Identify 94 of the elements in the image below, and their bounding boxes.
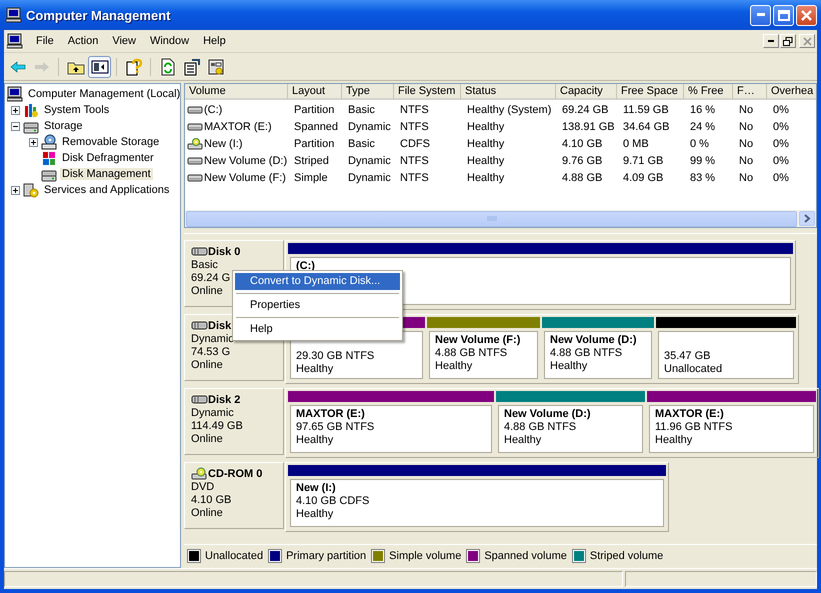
table-cell: 24 %: [690, 120, 716, 132]
legend-label: Unallocated: [205, 550, 264, 562]
volume-status: Healthy: [296, 434, 334, 447]
table-cell: NTFS: [400, 172, 429, 184]
table-cell: Healthy (System): [467, 104, 552, 116]
volume-size: 4.10 GB CDFS: [296, 495, 370, 508]
table-cell: 99 %: [690, 154, 716, 166]
table-cell: NTFS: [400, 154, 429, 166]
table-cell: 0%: [773, 104, 789, 116]
table-cell: Simple: [294, 172, 328, 184]
table-cell: 0 %: [690, 138, 709, 150]
disk-name: Disk: [208, 320, 232, 332]
disk-status: Online: [191, 433, 223, 446]
table-cell: Healthy: [467, 120, 504, 132]
disk-capacity: 114.49 GB: [191, 420, 243, 433]
volume-size: 4.88 GB NTFS: [504, 421, 578, 434]
legend-label: Primary partition: [286, 550, 366, 562]
table-cell: New Volume (F:): [204, 172, 286, 184]
table-cell: Striped: [294, 154, 329, 166]
table-cell: 0%: [773, 120, 789, 132]
table-cell: Healthy: [467, 138, 504, 150]
table-cell: 0 MB: [623, 138, 649, 150]
disk-status: Online: [191, 285, 223, 298]
volume-size: 4.88 GB NTFS: [435, 347, 508, 360]
table-cell: Healthy: [467, 172, 504, 184]
volume-status: Healthy: [296, 363, 334, 376]
window-title: Computer Management: [26, 8, 172, 22]
table-cell: 0%: [773, 154, 789, 166]
volume-size: 11.96 GB NTFS: [655, 421, 734, 434]
table-cell: 34.64 GB: [623, 120, 670, 132]
volume-name: New (I:): [296, 482, 337, 495]
table-cell: No: [739, 104, 754, 116]
volume-name: MAXTOR (E:): [655, 408, 725, 421]
table-cell: No: [739, 172, 754, 184]
volume-status: Healthy: [296, 508, 334, 521]
table-cell: 9.76 GB: [562, 154, 602, 166]
table-cell: 4.10 GB: [562, 138, 602, 150]
table-cell: Basic: [348, 138, 375, 150]
table-cell: No: [739, 120, 754, 132]
disk-name: Disk 0: [208, 246, 240, 258]
volume-status: Healthy: [504, 434, 542, 447]
legend-label: Spanned volume: [484, 550, 567, 562]
table-cell: 16 %: [690, 104, 716, 116]
legend-label: Striped volume: [590, 550, 664, 562]
volume-name: New Volume (D:): [504, 408, 592, 421]
disk-capacity: 4.10 GB: [191, 494, 232, 507]
volume-status: Healthy: [655, 434, 694, 447]
volume-size: 35.47 GB: [664, 350, 712, 363]
table-cell: Partition: [294, 104, 334, 116]
table-cell: 9.71 GB: [623, 154, 664, 166]
disk-type: Dynamic: [191, 333, 234, 346]
volume-name: MAXTOR (E:): [296, 408, 366, 421]
disk-status: Online: [191, 507, 223, 520]
volume-status: Healthy: [435, 360, 474, 373]
disk-capacity: 74.53 G: [191, 346, 230, 359]
table-cell: 11.59 GB: [623, 104, 669, 116]
table-cell: 0%: [773, 138, 789, 150]
table-cell: 0%: [773, 172, 789, 184]
table-cell: No: [739, 138, 754, 150]
table-cell: Dynamic: [348, 172, 391, 184]
table-cell: Dynamic: [348, 154, 391, 166]
disk-type: Dynamic: [191, 407, 234, 420]
disk-name: Disk 2: [208, 394, 240, 406]
table-cell: NTFS: [400, 104, 429, 116]
table-cell: Healthy: [467, 154, 504, 166]
table-cell: Basic: [348, 104, 375, 116]
table-cell: 138.91 GB: [562, 120, 615, 132]
table-cell: Spanned: [294, 120, 338, 132]
disk-name: CD-ROM 0: [208, 468, 262, 480]
volume-name: New Volume (F:): [435, 334, 522, 347]
volume-status: Healthy: [550, 360, 588, 373]
volume-size: 29.30 GB NTFS: [296, 350, 376, 363]
table-cell: 69.24 GB: [562, 104, 608, 116]
table-cell: Partition: [294, 138, 334, 150]
table-cell: New (I:): [204, 138, 242, 150]
table-cell: MAXTOR (E:): [204, 120, 272, 132]
table-cell: 4.09 GB: [623, 172, 664, 184]
disk-type: Basic: [191, 259, 218, 272]
legend-label: Simple volume: [389, 550, 462, 562]
disk-status: Online: [191, 359, 223, 372]
volume-name: New Volume (D:): [550, 334, 638, 347]
table-cell: 83 %: [690, 172, 716, 184]
table-cell: 4.88 GB: [562, 172, 602, 184]
disk-capacity: 69.24 G: [191, 272, 230, 285]
table-cell: NTFS: [400, 120, 429, 132]
table-cell: (C:): [204, 104, 222, 116]
volume-size: 97.65 GB NTFS: [296, 421, 376, 434]
table-cell: CDFS: [400, 138, 430, 150]
table-cell: No: [739, 154, 754, 166]
volume-status: Unallocated: [664, 363, 724, 376]
disk-type: DVD: [191, 481, 214, 494]
table-cell: New Volume (D:): [204, 154, 288, 166]
volume-size: 4.88 GB NTFS: [550, 347, 624, 360]
table-cell: Dynamic: [348, 120, 391, 132]
